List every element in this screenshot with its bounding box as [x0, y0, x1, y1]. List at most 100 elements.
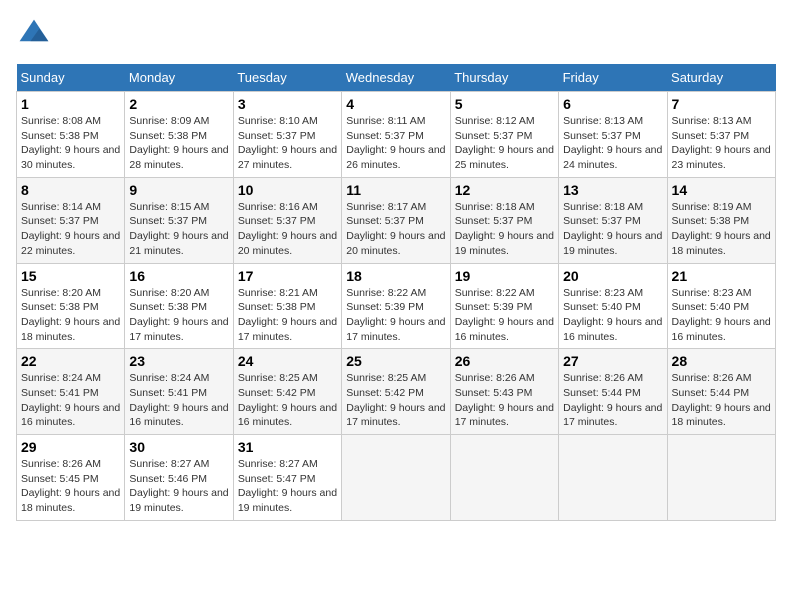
table-row: 19 Sunrise: 8:22 AMSunset: 5:39 PMDayligh… [450, 263, 558, 349]
day-info: Sunrise: 8:22 AMSunset: 5:39 PMDaylight:… [346, 286, 445, 345]
day-number: 28 [672, 353, 771, 369]
table-row: 7Sunrise: 8:13 AMSunset: 5:37 PMDaylight… [667, 92, 775, 178]
day-info: Sunrise: 8:11 AMSunset: 5:37 PMDaylight:… [346, 114, 445, 173]
table-row: 27 Sunrise: 8:26 AMSunset: 5:44 PMDayligh… [559, 349, 667, 435]
day-info: Sunrise: 8:19 AMSunset: 5:38 PMDaylight:… [672, 200, 771, 259]
day-info: Sunrise: 8:20 AMSunset: 5:38 PMDaylight:… [21, 286, 120, 345]
calendar-week-3: 15 Sunrise: 8:20 AMSunset: 5:38 PMDayligh… [17, 263, 776, 349]
day-number: 2 [129, 96, 228, 112]
table-row: 17 Sunrise: 8:21 AMSunset: 5:38 PMDayligh… [233, 263, 341, 349]
weekday-header-row: Sunday Monday Tuesday Wednesday Thursday… [17, 64, 776, 92]
day-info: Sunrise: 8:22 AMSunset: 5:39 PMDaylight:… [455, 286, 554, 345]
day-info: Sunrise: 8:21 AMSunset: 5:38 PMDaylight:… [238, 286, 337, 345]
day-info: Sunrise: 8:24 AMSunset: 5:41 PMDaylight:… [21, 371, 120, 430]
table-row [559, 435, 667, 521]
header-saturday: Saturday [667, 64, 775, 92]
day-info: Sunrise: 8:26 AMSunset: 5:44 PMDaylight:… [672, 371, 771, 430]
day-number: 31 [238, 439, 337, 455]
table-row: 24 Sunrise: 8:25 AMSunset: 5:42 PMDayligh… [233, 349, 341, 435]
day-number: 25 [346, 353, 445, 369]
header-tuesday: Tuesday [233, 64, 341, 92]
day-number: 1 [21, 96, 120, 112]
header-monday: Monday [125, 64, 233, 92]
day-info: Sunrise: 8:09 AMSunset: 5:38 PMDaylight:… [129, 114, 228, 173]
day-number: 24 [238, 353, 337, 369]
table-row: 20 Sunrise: 8:23 AMSunset: 5:40 PMDayligh… [559, 263, 667, 349]
day-info: Sunrise: 8:14 AMSunset: 5:37 PMDaylight:… [21, 200, 120, 259]
day-number: 22 [21, 353, 120, 369]
table-row: 9 Sunrise: 8:15 AMSunset: 5:37 PMDaylight… [125, 177, 233, 263]
table-row [667, 435, 775, 521]
day-info: Sunrise: 8:12 AMSunset: 5:37 PMDaylight:… [455, 114, 554, 173]
table-row: 31 Sunrise: 8:27 AMSunset: 5:47 PMDayligh… [233, 435, 341, 521]
table-row: 11Sunrise: 8:17 AMSunset: 5:37 PMDayligh… [342, 177, 450, 263]
day-info: Sunrise: 8:18 AMSunset: 5:37 PMDaylight:… [563, 200, 662, 259]
table-row: 1 Sunrise: 8:08 AMSunset: 5:38 PMDaylight… [17, 92, 125, 178]
day-info: Sunrise: 8:08 AMSunset: 5:38 PMDaylight:… [21, 114, 120, 173]
table-row: 10 Sunrise: 8:16 AMSunset: 5:37 PMDayligh… [233, 177, 341, 263]
table-row: 13Sunrise: 8:18 AMSunset: 5:37 PMDayligh… [559, 177, 667, 263]
table-row: 25Sunrise: 8:25 AMSunset: 5:42 PMDayligh… [342, 349, 450, 435]
day-number: 20 [563, 268, 662, 284]
header-thursday: Thursday [450, 64, 558, 92]
day-info: Sunrise: 8:13 AMSunset: 5:37 PMDaylight:… [672, 114, 771, 173]
calendar-week-4: 22 Sunrise: 8:24 AMSunset: 5:41 PMDayligh… [17, 349, 776, 435]
day-number: 19 [455, 268, 554, 284]
table-row: 30 Sunrise: 8:27 AMSunset: 5:46 PMDayligh… [125, 435, 233, 521]
day-info: Sunrise: 8:10 AMSunset: 5:37 PMDaylight:… [238, 114, 337, 173]
table-row: 26Sunrise: 8:26 AMSunset: 5:43 PMDayligh… [450, 349, 558, 435]
table-row: 23Sunrise: 8:24 AMSunset: 5:41 PMDayligh… [125, 349, 233, 435]
day-number: 6 [563, 96, 662, 112]
day-number: 27 [563, 353, 662, 369]
table-row: 15 Sunrise: 8:20 AMSunset: 5:38 PMDayligh… [17, 263, 125, 349]
day-number: 29 [21, 439, 120, 455]
day-number: 4 [346, 96, 445, 112]
day-number: 23 [129, 353, 228, 369]
table-row: 4 Sunrise: 8:11 AMSunset: 5:37 PMDaylight… [342, 92, 450, 178]
calendar-week-1: 1 Sunrise: 8:08 AMSunset: 5:38 PMDaylight… [17, 92, 776, 178]
day-number: 30 [129, 439, 228, 455]
table-row: 18 Sunrise: 8:22 AMSunset: 5:39 PMDayligh… [342, 263, 450, 349]
day-number: 8 [21, 182, 120, 198]
day-info: Sunrise: 8:26 AMSunset: 5:45 PMDaylight:… [21, 457, 120, 516]
calendar-week-5: 29 Sunrise: 8:26 AMSunset: 5:45 PMDayligh… [17, 435, 776, 521]
day-number: 12 [455, 182, 554, 198]
day-info: Sunrise: 8:20 AMSunset: 5:38 PMDaylight:… [129, 286, 228, 345]
logo [16, 16, 58, 52]
day-number: 21 [672, 268, 771, 284]
logo-icon [16, 16, 52, 52]
table-row [450, 435, 558, 521]
day-number: 15 [21, 268, 120, 284]
day-number: 10 [238, 182, 337, 198]
day-info: Sunrise: 8:15 AMSunset: 5:37 PMDaylight:… [129, 200, 228, 259]
table-row: 3Sunrise: 8:10 AMSunset: 5:37 PMDaylight… [233, 92, 341, 178]
day-number: 16 [129, 268, 228, 284]
day-info: Sunrise: 8:17 AMSunset: 5:37 PMDaylight:… [346, 200, 445, 259]
day-number: 26 [455, 353, 554, 369]
day-number: 18 [346, 268, 445, 284]
day-number: 17 [238, 268, 337, 284]
table-row: 6Sunrise: 8:13 AMSunset: 5:37 PMDaylight… [559, 92, 667, 178]
header-sunday: Sunday [17, 64, 125, 92]
table-row: 21Sunrise: 8:23 AMSunset: 5:40 PMDayligh… [667, 263, 775, 349]
table-row [342, 435, 450, 521]
page-header [16, 16, 776, 52]
day-info: Sunrise: 8:23 AMSunset: 5:40 PMDaylight:… [563, 286, 662, 345]
calendar-table: Sunday Monday Tuesday Wednesday Thursday… [16, 64, 776, 521]
day-info: Sunrise: 8:26 AMSunset: 5:44 PMDaylight:… [563, 371, 662, 430]
day-info: Sunrise: 8:25 AMSunset: 5:42 PMDaylight:… [238, 371, 337, 430]
day-info: Sunrise: 8:27 AMSunset: 5:47 PMDaylight:… [238, 457, 337, 516]
table-row: 28 Sunrise: 8:26 AMSunset: 5:44 PMDayligh… [667, 349, 775, 435]
table-row: 12 Sunrise: 8:18 AMSunset: 5:37 PMDayligh… [450, 177, 558, 263]
day-info: Sunrise: 8:18 AMSunset: 5:37 PMDaylight:… [455, 200, 554, 259]
day-number: 14 [672, 182, 771, 198]
day-info: Sunrise: 8:16 AMSunset: 5:37 PMDaylight:… [238, 200, 337, 259]
table-row: 8 Sunrise: 8:14 AMSunset: 5:37 PMDaylight… [17, 177, 125, 263]
header-friday: Friday [559, 64, 667, 92]
table-row: 5 Sunrise: 8:12 AMSunset: 5:37 PMDaylight… [450, 92, 558, 178]
day-number: 9 [129, 182, 228, 198]
table-row: 22 Sunrise: 8:24 AMSunset: 5:41 PMDayligh… [17, 349, 125, 435]
header-wednesday: Wednesday [342, 64, 450, 92]
day-number: 5 [455, 96, 554, 112]
day-info: Sunrise: 8:27 AMSunset: 5:46 PMDaylight:… [129, 457, 228, 516]
